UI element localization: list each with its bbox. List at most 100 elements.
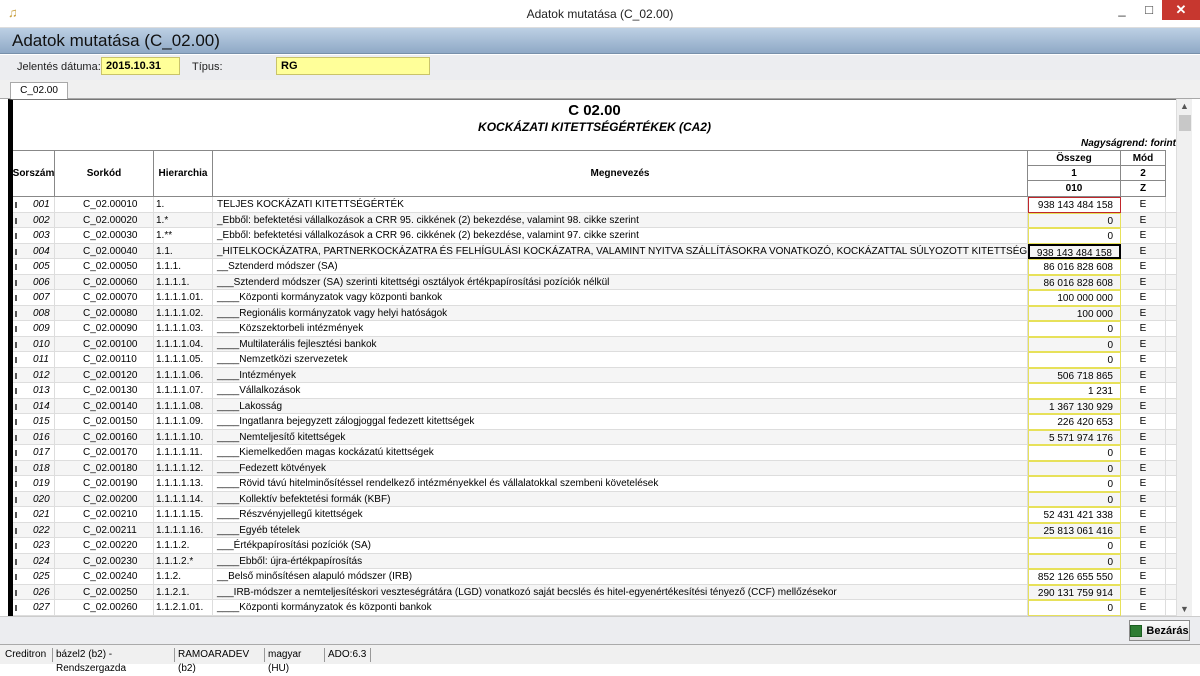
row-mod-field[interactable]: E <box>1121 553 1166 569</box>
row-osszeg-field[interactable]: 0 <box>1028 445 1121 461</box>
report-date-field[interactable]: 2015.10.31 <box>101 57 180 75</box>
row-megnevezes: ____Ebből: újra-értékpapírosítás <box>213 553 1028 569</box>
table-row[interactable]: 010 C_02.00100 1.1.1.1.04. ____Multilaterál… <box>13 336 1176 352</box>
row-mod-field[interactable]: E <box>1121 569 1166 585</box>
row-mod-field[interactable]: E <box>1121 305 1166 321</box>
row-mod-field[interactable]: E <box>1121 600 1166 616</box>
row-osszeg-field[interactable]: 938 143 484 158 <box>1028 243 1121 259</box>
row-mod-field[interactable]: E <box>1121 429 1166 445</box>
row-osszeg-field[interactable]: 0 <box>1028 321 1121 337</box>
row-osszeg-field[interactable]: 0 <box>1028 460 1121 476</box>
row-mod-field[interactable]: E <box>1121 321 1166 337</box>
row-osszeg-field[interactable]: 1 231 <box>1028 383 1121 399</box>
maximize-button[interactable]: □ <box>1136 0 1162 20</box>
row-mod-field[interactable]: E <box>1121 460 1166 476</box>
row-osszeg-field[interactable]: 86 016 828 608 <box>1028 274 1121 290</box>
row-osszeg-field[interactable]: 0 <box>1028 538 1121 554</box>
row-osszeg-field[interactable]: 1 367 130 929 <box>1028 398 1121 414</box>
row-mod-field[interactable]: E <box>1121 290 1166 306</box>
row-megnevezes: TELJES KOCKÁZATI KITETTSÉGÉRTÉK <box>213 197 1028 213</box>
table-row[interactable]: 021 C_02.00210 1.1.1.1.15. ____Részvényjell… <box>13 507 1176 523</box>
row-sorszam: 025 <box>13 569 55 585</box>
table-row[interactable]: 022 C_02.00211 1.1.1.1.16. ____Egyéb tétele… <box>13 522 1176 538</box>
row-osszeg-field[interactable]: 938 143 484 158 <box>1028 197 1121 213</box>
row-osszeg-field[interactable]: 0 <box>1028 553 1121 569</box>
row-mod-field[interactable]: E <box>1121 383 1166 399</box>
scroll-up-icon[interactable]: ▲ <box>1180 101 1189 111</box>
close-button[interactable]: Bezárás <box>1129 620 1190 641</box>
row-mod-field[interactable]: E <box>1121 197 1166 213</box>
table-row[interactable]: 008 C_02.00080 1.1.1.1.02. ____Regionális k… <box>13 305 1176 321</box>
table-row[interactable]: 023 C_02.00220 1.1.1.2. ___Értékpapírosítás… <box>13 538 1176 554</box>
table-row[interactable]: 012 C_02.00120 1.1.1.1.06. ____Intézmények 5… <box>13 367 1176 383</box>
table-row[interactable]: 013 C_02.00130 1.1.1.1.07. ____Vállalkozáso… <box>13 383 1176 399</box>
row-osszeg-field[interactable]: 852 126 655 550 <box>1028 569 1121 585</box>
row-osszeg-field[interactable]: 52 431 421 338 <box>1028 507 1121 523</box>
table-row[interactable]: 002 C_02.00020 1.* _Ebből: befektetési váll… <box>13 212 1176 228</box>
table-row[interactable]: 027 C_02.00260 1.1.2.1.01. ____Központi kor… <box>13 600 1176 616</box>
table-row[interactable]: 017 C_02.00170 1.1.1.1.11. ____Kiemelkedően… <box>13 445 1176 461</box>
row-osszeg-field[interactable]: 290 131 759 914 <box>1028 584 1121 600</box>
table-row[interactable]: 004 C_02.00040 1.1. _HITELKOCKÁZATRA, PARTN… <box>13 243 1176 259</box>
table-row[interactable]: 026 C_02.00250 1.1.2.1. ___IRB-módszer a ne… <box>13 584 1176 600</box>
table-row[interactable]: 006 C_02.00060 1.1.1.1. ___Sztenderd módsze… <box>13 274 1176 290</box>
row-osszeg-field[interactable]: 0 <box>1028 352 1121 368</box>
row-mod-field[interactable]: E <box>1121 274 1166 290</box>
row-mod-field[interactable]: E <box>1121 584 1166 600</box>
table-row[interactable]: 007 C_02.00070 1.1.1.1.01. ____Központi kor… <box>13 290 1176 306</box>
table-row[interactable]: 015 C_02.00150 1.1.1.1.09. ____Ingatlanra b… <box>13 414 1176 430</box>
row-mod-field[interactable]: E <box>1121 414 1166 430</box>
row-osszeg-field[interactable]: 506 718 865 <box>1028 367 1121 383</box>
row-mod-field[interactable]: E <box>1121 476 1166 492</box>
row-mod-field[interactable]: E <box>1121 398 1166 414</box>
row-osszeg-field[interactable]: 226 420 653 <box>1028 414 1121 430</box>
row-osszeg-field[interactable]: 5 571 974 176 <box>1028 429 1121 445</box>
table-row[interactable]: 014 C_02.00140 1.1.1.1.08. ____Lakosság 1 36… <box>13 398 1176 414</box>
row-mod-field[interactable]: E <box>1121 522 1166 538</box>
row-sorkod: C_02.00030 <box>55 228 154 244</box>
row-osszeg-field[interactable]: 0 <box>1028 212 1121 228</box>
row-osszeg-field[interactable]: 0 <box>1028 600 1121 616</box>
table-row[interactable]: 019 C_02.00190 1.1.1.1.13. ____Rövid távú h… <box>13 476 1176 492</box>
table-row[interactable]: 011 C_02.00110 1.1.1.1.05. ____Nemzetközi s… <box>13 352 1176 368</box>
row-mod-field[interactable]: E <box>1121 212 1166 228</box>
row-megnevezes: ____Részvényjellegű kitettségek <box>213 507 1028 523</box>
row-mod-field[interactable]: E <box>1121 367 1166 383</box>
minimize-button[interactable]: _ <box>1109 0 1135 20</box>
row-osszeg-field[interactable]: 0 <box>1028 228 1121 244</box>
table-row[interactable]: 018 C_02.00180 1.1.1.1.12. ____Fedezett köt… <box>13 460 1176 476</box>
table-row[interactable]: 025 C_02.00240 1.1.2. __Belső minősítésen a… <box>13 569 1176 585</box>
row-mod-field[interactable]: E <box>1121 243 1166 259</box>
row-sorszam: 027 <box>13 600 55 616</box>
table-row[interactable]: 003 C_02.00030 1.** _Ebből: befektetési vál… <box>13 228 1176 244</box>
row-osszeg-field[interactable]: 25 813 061 416 <box>1028 522 1121 538</box>
row-mod-field[interactable]: E <box>1121 336 1166 352</box>
row-mod-field[interactable]: E <box>1121 445 1166 461</box>
table-row[interactable]: 009 C_02.00090 1.1.1.1.03. ____Közszektorbe… <box>13 321 1176 337</box>
row-osszeg-field[interactable]: 0 <box>1028 491 1121 507</box>
row-mod-field[interactable]: E <box>1121 491 1166 507</box>
row-osszeg-field[interactable]: 100 000 <box>1028 305 1121 321</box>
close-window-button[interactable]: ✕ <box>1162 0 1200 20</box>
scrollbar-thumb[interactable] <box>1179 115 1191 131</box>
row-mod-field[interactable]: E <box>1121 538 1166 554</box>
row-osszeg-field[interactable]: 0 <box>1028 336 1121 352</box>
tab-c-02-00[interactable]: C_02.00 <box>10 82 68 100</box>
vertical-scrollbar[interactable]: ▲ ▼ <box>1176 99 1192 616</box>
row-mod-field[interactable]: E <box>1121 259 1166 275</box>
table-row[interactable]: 016 C_02.00160 1.1.1.1.10. ____Nemteljesítő… <box>13 429 1176 445</box>
table-row[interactable]: 020 C_02.00200 1.1.1.1.14. ____Kollektív be… <box>13 491 1176 507</box>
row-osszeg-field[interactable]: 86 016 828 608 <box>1028 259 1121 275</box>
table-row[interactable]: 005 C_02.00050 1.1.1. __Sztenderd módszer (… <box>13 259 1176 275</box>
table-row[interactable]: 024 C_02.00230 1.1.1.2.* ____Ebből: újra-ér… <box>13 553 1176 569</box>
row-mod-field[interactable]: E <box>1121 507 1166 523</box>
type-field[interactable]: RG <box>276 57 430 75</box>
table-row[interactable]: 001 C_02.00010 1. TELJES KOCKÁZATI KITETTSÉ… <box>13 197 1176 213</box>
scroll-down-icon[interactable]: ▼ <box>1180 604 1189 614</box>
row-mod-field[interactable]: E <box>1121 352 1166 368</box>
row-osszeg-field[interactable]: 100 000 000 <box>1028 290 1121 306</box>
row-megnevezes: ____Rövid távú hitelminősítéssel rendelk… <box>213 476 1028 492</box>
row-osszeg-field[interactable]: 0 <box>1028 476 1121 492</box>
table-header: Sorszám Sorkód Hierarchia Megnevezés Öss… <box>13 150 1176 198</box>
row-mod-field[interactable]: E <box>1121 228 1166 244</box>
